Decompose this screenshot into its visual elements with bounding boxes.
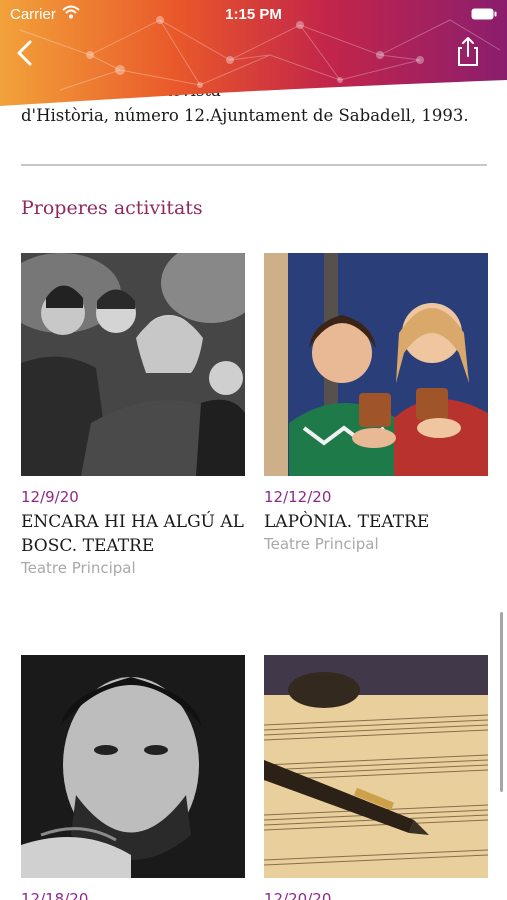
- battery-icon: [471, 8, 497, 20]
- activity-image: [21, 655, 245, 878]
- activity-date: 12/12/20: [264, 488, 332, 506]
- share-button[interactable]: [453, 34, 483, 68]
- activity-image: [264, 655, 488, 878]
- scrollbar[interactable]: [500, 612, 503, 792]
- activity-card[interactable]: 12/20/20: [264, 655, 488, 900]
- status-time: 1:15 PM: [225, 6, 282, 23]
- header: Carrier 1:15 PM: [0, 0, 507, 110]
- activity-date: 12/18/20: [21, 890, 89, 900]
- status-bar: Carrier 1:15 PM: [0, 0, 507, 30]
- activity-title: LAPÒNIA. TEATRE: [264, 512, 430, 532]
- activity-card[interactable]: 12/18/20: [21, 655, 245, 900]
- activity-image: [264, 253, 488, 476]
- back-button[interactable]: [10, 36, 40, 70]
- activity-venue: Teatre Principal: [264, 535, 379, 553]
- activity-image: [21, 253, 245, 476]
- activity-title: ENCARA HI HA ALGÚ AL BOSC. TEATRE: [21, 512, 244, 556]
- share-icon: [458, 37, 478, 66]
- activity-card[interactable]: 12/9/20 ENCARA HI HA ALGÚ AL BOSC. TEATR…: [21, 253, 245, 577]
- activity-date: 12/9/20: [21, 488, 79, 506]
- activity-card[interactable]: 12/12/20 LAPÒNIA. TEATRE Teatre Principa…: [264, 253, 488, 553]
- divider: [21, 164, 487, 166]
- chevron-left-icon: [17, 40, 32, 66]
- activity-date: 12/20/20: [264, 890, 332, 900]
- page-content: ... TARRAGONA Revista d'Història, número…: [0, 0, 507, 900]
- section-title: Properes activitats: [21, 197, 203, 219]
- activity-venue: Teatre Principal: [21, 559, 136, 577]
